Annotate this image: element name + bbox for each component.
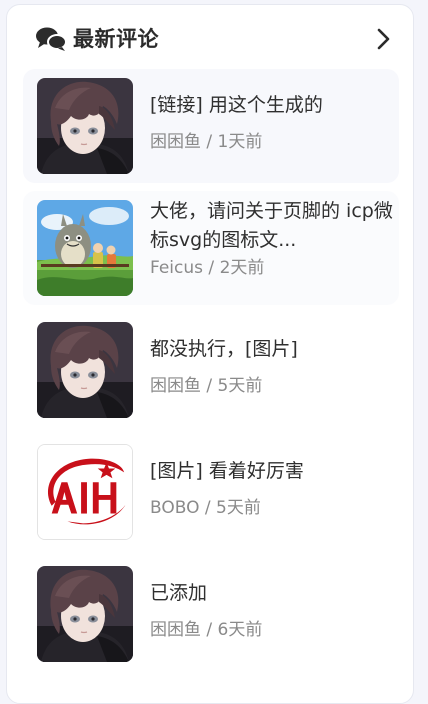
comment-body: 已添加 困困鱼 / 6天前 — [150, 557, 396, 671]
meta-separator: / — [206, 132, 213, 152]
comment-body: 大佬，请问关于页脚的 icp微标svg的图标文... Feicus / 2天前 — [150, 191, 396, 305]
comment-time: 5天前 — [216, 498, 261, 518]
comment-avatar — [37, 78, 133, 174]
comment-author: 困困鱼 — [150, 132, 201, 152]
comment-meta: 困困鱼 / 1天前 — [150, 131, 262, 153]
comment-title[interactable]: 都没执行，[图片] — [150, 335, 394, 364]
chevron-right-icon[interactable] — [371, 27, 395, 51]
comment-meta: Feicus / 2天前 — [150, 257, 264, 279]
comment-title[interactable]: [图片] 看着好厉害 — [150, 457, 394, 486]
comment-item[interactable]: 都没执行，[图片] 困困鱼 / 5天前 — [23, 313, 399, 427]
comment-avatar — [37, 444, 133, 540]
comment-author: 困困鱼 — [150, 620, 201, 640]
latest-comments-card: 最新评论 [链接] 用这个生成的 困困鱼 / 1天前 大佬，请问关于页脚的 ic… — [6, 4, 414, 704]
card-header: 最新评论 — [7, 5, 413, 69]
comment-avatar — [37, 322, 133, 418]
comment-item[interactable]: 已添加 困困鱼 / 6天前 — [23, 557, 399, 671]
comment-body: [链接] 用这个生成的 困困鱼 / 1天前 — [150, 69, 396, 183]
comment-item[interactable]: [链接] 用这个生成的 困困鱼 / 1天前 — [23, 69, 399, 183]
comment-time: 6天前 — [217, 620, 263, 640]
comment-meta: BOBO / 5天前 — [150, 497, 261, 519]
comment-item[interactable]: [图片] 看着好厉害 BOBO / 5天前 — [23, 435, 399, 549]
meta-separator: / — [208, 258, 215, 278]
comment-meta: 困困鱼 / 5天前 — [150, 375, 262, 397]
meta-separator: / — [206, 620, 213, 640]
comment-meta: 困困鱼 / 6天前 — [150, 619, 262, 641]
comment-avatar — [37, 566, 133, 662]
comment-author: Feicus — [150, 258, 204, 278]
comment-body: 都没执行，[图片] 困困鱼 / 5天前 — [150, 313, 396, 427]
comments-icon — [35, 26, 67, 52]
comment-title[interactable]: 大佬，请问关于页脚的 icp微标svg的图标文... — [150, 197, 394, 255]
card-title: 最新评论 — [73, 27, 159, 51]
comment-item[interactable]: 大佬，请问关于页脚的 icp微标svg的图标文... Feicus / 2天前 — [23, 191, 399, 305]
comment-title[interactable]: 已添加 — [150, 579, 394, 608]
comment-author: BOBO — [150, 498, 200, 518]
meta-separator: / — [204, 498, 211, 518]
comment-time: 1天前 — [217, 132, 263, 152]
comment-list: [链接] 用这个生成的 困困鱼 / 1天前 大佬，请问关于页脚的 icp微标sv… — [23, 69, 399, 679]
comment-body: [图片] 看着好厉害 BOBO / 5天前 — [150, 435, 396, 549]
comment-avatar — [37, 200, 133, 296]
meta-separator: / — [206, 376, 213, 396]
comment-title[interactable]: [链接] 用这个生成的 — [150, 91, 394, 120]
comment-time: 5天前 — [217, 376, 263, 396]
comment-time: 2天前 — [219, 258, 265, 278]
comment-author: 困困鱼 — [150, 376, 201, 396]
